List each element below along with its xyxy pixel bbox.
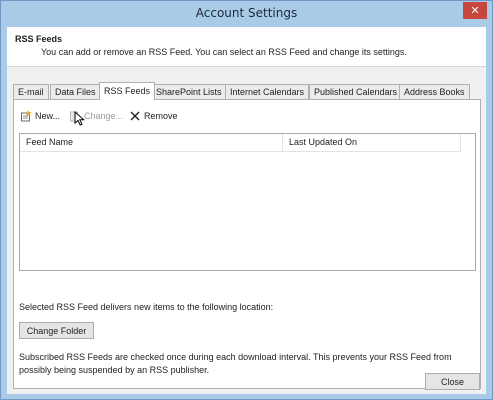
new-feed-icon [20, 110, 32, 122]
close-button[interactable]: Close [425, 373, 480, 390]
section-description: You can add or remove an RSS Feed. You c… [41, 47, 407, 57]
title-bar[interactable]: Account Settings ✕ [1, 1, 492, 28]
rss-feeds-panel: New... Change... Remove Feed Name Last U… [13, 99, 481, 389]
new-button-label: New... [35, 111, 61, 121]
dialog-body: RSS Feeds You can add or remove an RSS F… [7, 27, 486, 394]
section-title: RSS Feeds [15, 34, 63, 44]
mouse-cursor-icon [74, 110, 86, 128]
remove-button[interactable]: Remove [129, 109, 178, 123]
feeds-list-header: Feed Name Last Updated On [20, 134, 460, 152]
tab-email[interactable]: E-mail [13, 84, 49, 99]
new-button[interactable]: New... [20, 109, 60, 123]
tab-data-files[interactable]: Data Files [50, 84, 101, 99]
column-last-updated[interactable]: Last Updated On [283, 134, 460, 152]
delivery-location-text: Selected RSS Feed delivers new items to … [19, 302, 274, 312]
window-close-icon[interactable]: ✕ [463, 2, 487, 19]
remove-button-label: Remove [144, 111, 178, 121]
account-settings-window: Account Settings ✕ RSS Feeds You can add… [0, 0, 493, 400]
header-filler [460, 134, 475, 152]
header-band: RSS Feeds You can add or remove an RSS F… [7, 27, 486, 67]
tab-published-calendars[interactable]: Published Calendars [309, 84, 403, 99]
tab-address-books[interactable]: Address Books [399, 84, 470, 99]
download-interval-note: Subscribed RSS Feeds are checked once du… [19, 352, 452, 375]
feeds-list[interactable]: Feed Name Last Updated On [19, 133, 476, 271]
change-button-label: Change... [84, 111, 124, 121]
tab-sharepoint-lists[interactable]: SharePoint Lists [151, 84, 227, 99]
column-feed-name[interactable]: Feed Name [20, 134, 283, 152]
window-title: Account Settings [195, 6, 298, 20]
change-folder-button[interactable]: Change Folder [19, 322, 94, 339]
tab-rss-feeds[interactable]: RSS Feeds [99, 82, 156, 100]
remove-x-icon [129, 110, 141, 122]
tab-internet-calendars[interactable]: Internet Calendars [225, 84, 310, 99]
